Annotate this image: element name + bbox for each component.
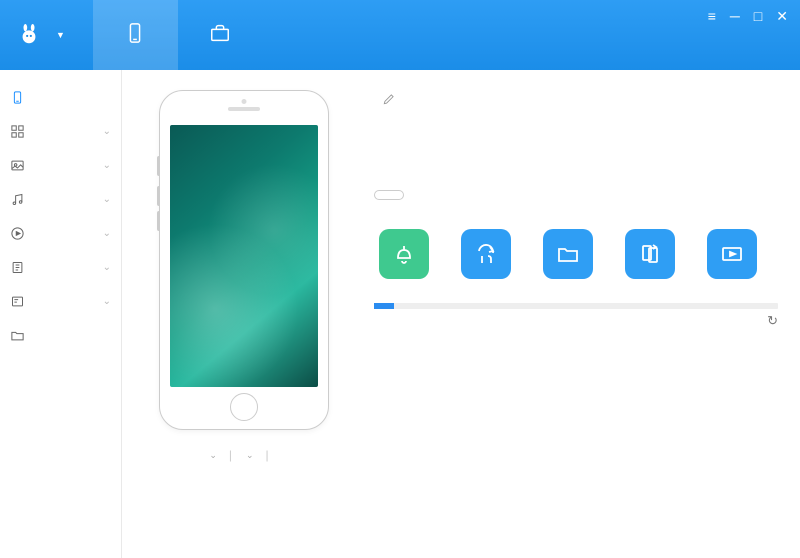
tab-toolbox[interactable] (178, 0, 263, 70)
screenshot-button[interactable]: ⌄ (207, 450, 217, 461)
sidebar-item-files[interactable] (0, 318, 121, 352)
tool-backup-restore[interactable] (456, 229, 516, 285)
sidebar-item-books[interactable]: ⌄ (0, 250, 121, 284)
toolbox-icon (209, 22, 231, 44)
chevron-down-icon: ⌄ (103, 228, 111, 239)
chevron-down-icon: ▼ (56, 30, 65, 40)
tool-phone-transfer[interactable] (620, 229, 680, 285)
folder-icon (556, 242, 580, 266)
bell-icon (392, 242, 416, 266)
backup-icon (474, 242, 498, 266)
photos-icon (10, 158, 25, 173)
refresh-storage-icon[interactable]: ↻ (374, 313, 778, 329)
chevron-down-icon: ⌄ (103, 194, 111, 205)
chevron-down-icon: ⌄ (103, 262, 111, 273)
menu-icon[interactable]: ≡ (708, 8, 716, 25)
titlebar-tabs (93, 0, 263, 70)
phone-preview (159, 90, 329, 430)
reboot-button[interactable]: ⌄ (244, 450, 254, 461)
transfer-icon (638, 242, 662, 266)
phone-actions: ⌄ | ⌄ | (207, 448, 280, 462)
tool-ringtone-maker[interactable] (374, 229, 434, 285)
sidebar-item-device[interactable] (0, 80, 121, 114)
tab-device[interactable] (93, 0, 178, 70)
device-details (374, 126, 778, 178)
storage-bar (374, 303, 778, 309)
sidebar: ⌄ ⌄ ⌄ ⌄ ⌄ ⌄ (0, 70, 122, 558)
phone-icon (124, 22, 146, 44)
app-logo[interactable]: ▼ (0, 0, 83, 70)
videos-icon (10, 226, 25, 241)
window-controls: ≡ ─ □ ✕ (708, 8, 788, 25)
tool-video-converter[interactable] (702, 229, 762, 285)
sidebar-item-photos[interactable]: ⌄ (0, 148, 121, 182)
sidebar-item-music[interactable]: ⌄ (0, 182, 121, 216)
tools-row (374, 229, 778, 285)
minimize-button[interactable]: ─ (730, 8, 740, 25)
content: ⌄ | ⌄ | (122, 70, 800, 558)
folder-icon (10, 328, 25, 343)
chevron-down-icon: ⌄ (103, 126, 111, 137)
video-icon (720, 242, 744, 266)
chevron-down-icon: ⌄ (103, 296, 111, 307)
rabbit-icon (18, 24, 40, 46)
close-button[interactable]: ✕ (776, 8, 788, 25)
chevron-down-icon: ⌄ (103, 160, 111, 171)
tool-file-explorer[interactable] (538, 229, 598, 285)
device-icon (10, 90, 25, 105)
edit-icon[interactable] (382, 90, 396, 112)
books-icon (10, 260, 25, 275)
info-icon (10, 294, 25, 309)
music-icon (10, 192, 25, 207)
sidebar-item-apps[interactable]: ⌄ (0, 114, 121, 148)
titlebar: ▼ ≡ ─ □ ✕ (0, 0, 800, 70)
sidebar-item-info[interactable]: ⌄ (0, 284, 121, 318)
maximize-button[interactable]: □ (754, 8, 762, 25)
more-info-button[interactable] (374, 190, 404, 200)
apps-icon (10, 124, 25, 139)
home-button-icon (230, 393, 258, 421)
sidebar-item-videos[interactable]: ⌄ (0, 216, 121, 250)
